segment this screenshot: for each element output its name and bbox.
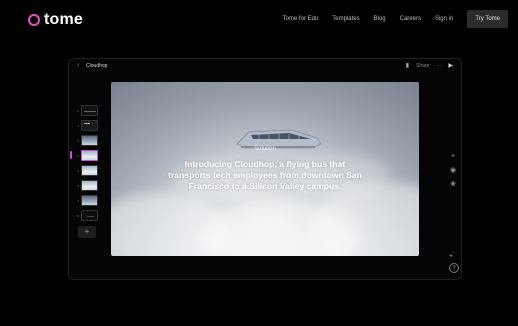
- thumbnail-row[interactable]: 7: [73, 193, 105, 208]
- comment-icon[interactable]: ▮: [406, 62, 409, 69]
- thumbnail-row[interactable]: 1: [73, 103, 105, 118]
- thumbnail-number: 2: [77, 123, 79, 128]
- nav-link-tome-for-edu[interactable]: Tome for Edu: [283, 16, 319, 22]
- plus-icon[interactable]: +: [448, 150, 458, 164]
- logo-text: tome: [44, 11, 84, 28]
- thumbnail-number: 3: [77, 138, 79, 143]
- help-icon[interactable]: ?: [449, 263, 459, 273]
- slide-headline[interactable]: Introducing Cloudhop, a flying bus that …: [165, 159, 365, 192]
- thumbnail-row-active[interactable]: 4: [70, 148, 105, 163]
- nav-link-templates[interactable]: Templates: [332, 16, 359, 22]
- slide-thumbnail[interactable]: [81, 120, 98, 131]
- nav-link-blog[interactable]: Blog: [374, 16, 386, 22]
- tome-logo[interactable]: tome: [28, 11, 83, 29]
- active-slide-marker: [70, 151, 72, 159]
- slide-thumbnail[interactable]: [81, 195, 98, 206]
- slide-thumbnail-active[interactable]: [81, 150, 98, 161]
- add-slide-button[interactable]: +: [78, 226, 96, 238]
- thumbnail-number: 6: [77, 183, 79, 188]
- sparkle-plus-icon[interactable]: +˙: [449, 250, 455, 264]
- thumbnail-number: 8: [77, 213, 79, 218]
- palette-icon[interactable]: ❀: [448, 178, 458, 192]
- thumbnail-row[interactable]: 8: [73, 208, 105, 223]
- thumbnail-row[interactable]: 2: [73, 118, 105, 133]
- record-icon[interactable]: ◉: [448, 164, 458, 178]
- thumbnail-number: 5: [77, 168, 79, 173]
- right-toolbar: + ◉ ❀: [448, 150, 458, 192]
- chevron-left-icon[interactable]: ‹: [77, 62, 79, 69]
- nav-link-careers[interactable]: Careers: [400, 16, 421, 22]
- logo-ring-icon: [28, 14, 40, 26]
- slide-thumbnail[interactable]: [81, 135, 98, 146]
- thumbnail-number: 4: [77, 153, 79, 158]
- thumbnail-row[interactable]: 5: [73, 163, 105, 178]
- nav-link-sign-in[interactable]: Sign in: [435, 16, 453, 22]
- thumbnail-number: 7: [77, 198, 79, 203]
- slide-thumbnail[interactable]: [81, 180, 98, 191]
- play-icon[interactable]: ▶: [448, 62, 453, 69]
- editor-actions: ▮ Share ··· ▶: [406, 62, 453, 70]
- slide-canvas[interactable]: Solution Introducing Cloudhop, a flying …: [111, 82, 419, 256]
- slide-thumbnail[interactable]: [81, 210, 98, 221]
- thumbnail-row[interactable]: 3: [73, 133, 105, 148]
- slide-thumbnail[interactable]: [81, 165, 98, 176]
- share-button[interactable]: Share: [416, 63, 429, 69]
- try-tome-button[interactable]: Try Tome: [467, 10, 508, 28]
- more-options-icon[interactable]: ···: [436, 63, 441, 69]
- editor-toolbar: ‹ Cloudhop ▮ Share ··· ▶: [69, 59, 461, 75]
- top-nav: tome Tome for Edu Templates Blog Careers…: [0, 0, 518, 40]
- thumbnail-number: 1: [77, 108, 79, 113]
- thumbnail-row[interactable]: 6: [73, 178, 105, 193]
- document-title[interactable]: Cloudhop: [86, 63, 107, 69]
- slide-kicker[interactable]: Solution: [111, 146, 419, 152]
- slide-thumbnail[interactable]: [81, 105, 98, 116]
- slide-thumbnails: 1 2 3 4 5 6 7 8: [70, 103, 105, 223]
- nav-links: Tome for Edu Templates Blog Careers Sign…: [283, 10, 508, 28]
